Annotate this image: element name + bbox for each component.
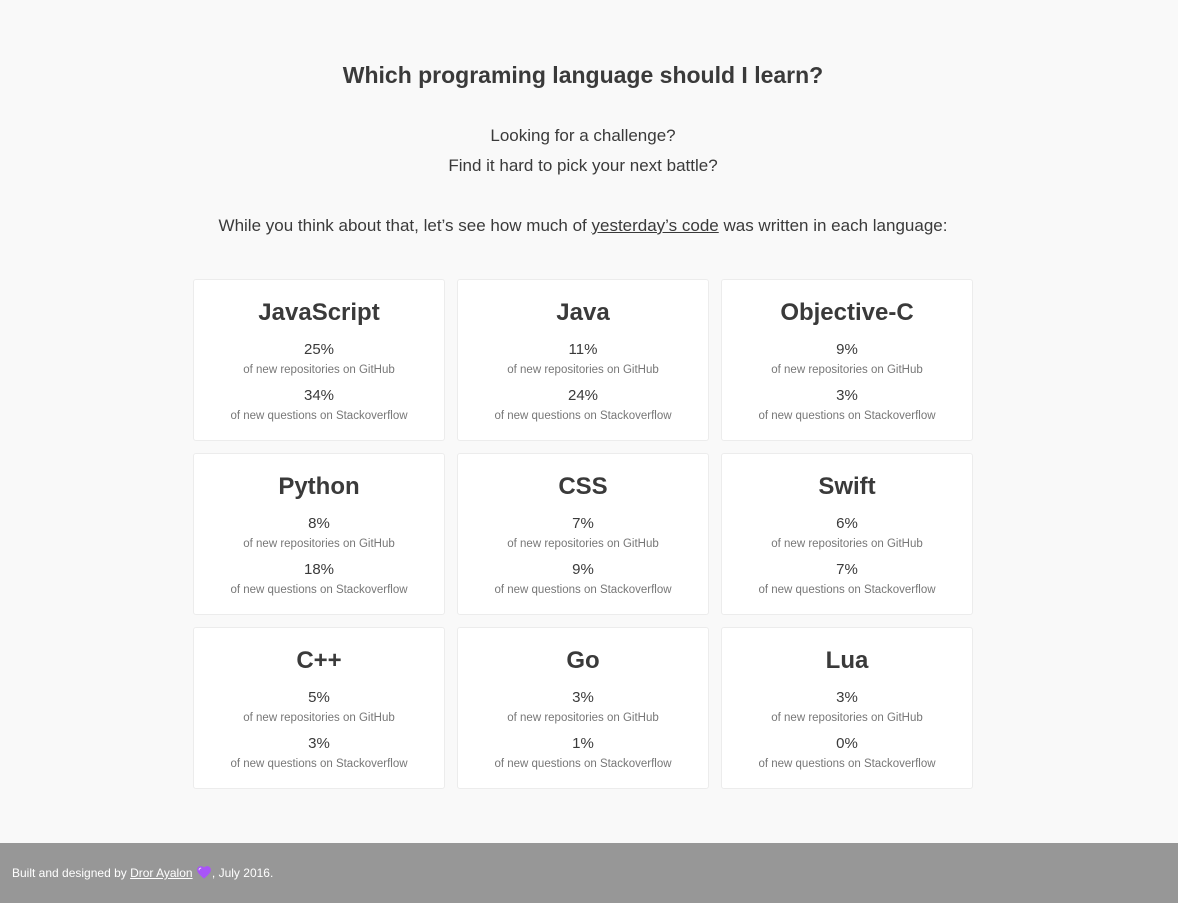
- intro-text-after: was written in each language:: [718, 216, 948, 235]
- stackoverflow-percentage: 34%: [303, 387, 335, 404]
- github-label: of new repositories on GitHub: [243, 364, 395, 376]
- language-name: Java: [556, 299, 610, 326]
- github-percentage: 8%: [308, 515, 330, 532]
- stackoverflow-label: of new questions on Stackoverflow: [494, 410, 672, 422]
- github-label: of new repositories on GitHub: [507, 538, 659, 550]
- language-name: Go: [566, 647, 600, 674]
- intro-text-before: While you think about that, let’s see ho…: [218, 216, 592, 235]
- footer-text-after: , July 2016.: [211, 866, 274, 880]
- language-name: CSS: [558, 473, 608, 500]
- language-card: Objective-C 9% of new repositories on Gi…: [721, 279, 973, 441]
- stackoverflow-label: of new questions on Stackoverflow: [230, 758, 408, 770]
- language-name: Python: [278, 473, 360, 500]
- page: Which programing language should I learn…: [0, 0, 1178, 903]
- author-link[interactable]: Dror Ayalon: [130, 866, 192, 880]
- intro-text: While you think about that, let’s see ho…: [0, 215, 1166, 237]
- language-card: Go 3% of new repositories on GitHub 1% o…: [457, 627, 709, 789]
- github-label: of new repositories on GitHub: [507, 712, 659, 724]
- stackoverflow-label: of new questions on Stackoverflow: [758, 410, 936, 422]
- language-card: C++ 5% of new repositories on GitHub 3% …: [193, 627, 445, 789]
- language-card: Java 11% of new repositories on GitHub 2…: [457, 279, 709, 441]
- github-label: of new repositories on GitHub: [243, 538, 395, 550]
- github-label: of new repositories on GitHub: [243, 712, 395, 724]
- language-card: Swift 6% of new repositories on GitHub 7…: [721, 453, 973, 615]
- stackoverflow-percentage: 0%: [836, 735, 858, 752]
- github-label: of new repositories on GitHub: [771, 538, 923, 550]
- stackoverflow-label: of new questions on Stackoverflow: [230, 410, 408, 422]
- stackoverflow-percentage: 3%: [308, 735, 330, 752]
- stackoverflow-percentage: 24%: [567, 387, 599, 404]
- github-percentage: 3%: [572, 689, 594, 706]
- github-percentage: 11%: [568, 341, 598, 358]
- language-name: C++: [296, 647, 342, 674]
- github-percentage: 5%: [308, 689, 330, 706]
- subtitle-line-2: Find it hard to pick your next battle?: [448, 156, 718, 175]
- language-name: JavaScript: [258, 299, 380, 326]
- stackoverflow-percentage: 9%: [572, 561, 594, 578]
- purple-heart-icon: [197, 866, 211, 879]
- subtitle-line-1: Looking for a challenge?: [490, 126, 676, 145]
- github-label: of new repositories on GitHub: [771, 364, 923, 376]
- language-card: JavaScript 25% of new repositories on Gi…: [193, 279, 445, 441]
- github-percentage: 7%: [572, 515, 594, 532]
- language-card: Python 8% of new repositories on GitHub …: [193, 453, 445, 615]
- language-name: Objective-C: [780, 299, 914, 326]
- github-label: of new repositories on GitHub: [771, 712, 923, 724]
- github-percentage: 25%: [303, 341, 335, 358]
- main-content: Which programing language should I learn…: [0, 0, 1178, 843]
- stackoverflow-label: of new questions on Stackoverflow: [758, 758, 936, 770]
- yesterdays-code-link[interactable]: yesterday’s code: [591, 216, 718, 235]
- github-percentage: 3%: [836, 689, 858, 706]
- page-title: Which programing language should I learn…: [342, 62, 824, 88]
- language-grid: JavaScript 25% of new repositories on Gi…: [193, 279, 973, 789]
- language-name: Lua: [825, 647, 869, 674]
- github-label: of new repositories on GitHub: [507, 364, 659, 376]
- stackoverflow-percentage: 7%: [836, 561, 858, 578]
- stackoverflow-percentage: 3%: [836, 387, 858, 404]
- stackoverflow-label: of new questions on Stackoverflow: [758, 584, 936, 596]
- stackoverflow-percentage: 18%: [303, 561, 335, 578]
- stackoverflow-label: of new questions on Stackoverflow: [494, 584, 672, 596]
- language-card: CSS 7% of new repositories on GitHub 9% …: [457, 453, 709, 615]
- stackoverflow-percentage: 1%: [572, 735, 594, 752]
- stackoverflow-label: of new questions on Stackoverflow: [230, 584, 408, 596]
- stackoverflow-label: of new questions on Stackoverflow: [494, 758, 672, 770]
- language-name: Swift: [818, 473, 876, 500]
- language-card: Lua 3% of new repositories on GitHub 0% …: [721, 627, 973, 789]
- github-percentage: 9%: [836, 341, 858, 358]
- footer: Built and designed by Dror Ayalon , July…: [0, 843, 1178, 903]
- github-percentage: 6%: [836, 515, 858, 532]
- footer-credits: Built and designed by Dror Ayalon , July…: [12, 865, 273, 881]
- footer-text-before: Built and designed by: [12, 866, 131, 880]
